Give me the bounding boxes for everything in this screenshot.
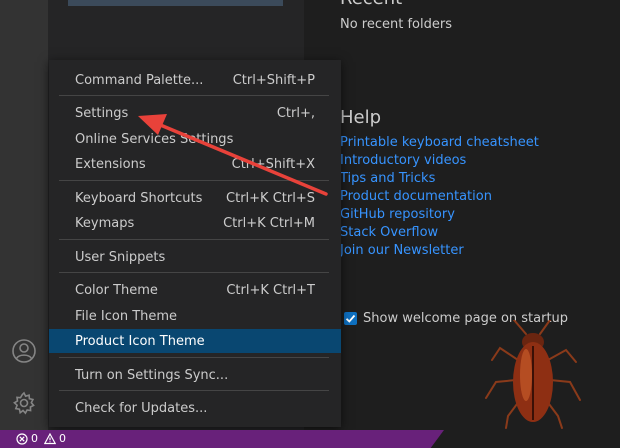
menu-separator <box>59 95 329 96</box>
help-link-github-repository[interactable]: GitHub repository <box>340 207 455 222</box>
menu-item-label: Keymaps <box>75 215 135 231</box>
error-count: 0 <box>31 432 38 445</box>
menu-separator <box>59 390 329 391</box>
menu-item-label: Keyboard Shortcuts <box>75 190 203 206</box>
account-icon[interactable] <box>8 335 40 367</box>
menu-item-label: Online Services Settings <box>75 131 234 147</box>
menu-item-shortcut: Ctrl+Shift+X <box>231 156 315 172</box>
menu-item-label: Extensions <box>75 156 146 172</box>
menu-item-shortcut: Ctrl+Shift+P <box>232 72 315 88</box>
menu-item-settings-sync[interactable]: Turn on Settings Sync... <box>49 363 341 387</box>
menu-item-label: Color Theme <box>75 282 158 298</box>
error-icon <box>16 433 28 445</box>
help-link-stack-overflow[interactable]: Stack Overflow <box>340 225 438 240</box>
menu-item-label: File Icon Theme <box>75 308 178 324</box>
sidebar-selected-item[interactable] <box>68 0 283 6</box>
menu-item-shortcut: Ctrl+K Ctrl+M <box>223 215 315 231</box>
startup-checkbox[interactable] <box>344 312 357 325</box>
menu-item-keymaps[interactable]: Keymaps Ctrl+K Ctrl+M <box>49 211 341 235</box>
menu-item-label: Product Icon Theme <box>75 333 205 349</box>
help-link-product-documentation[interactable]: Product documentation <box>340 189 492 204</box>
menu-item-label: Command Palette... <box>75 72 204 88</box>
menu-item-label: User Snippets <box>75 249 166 265</box>
recent-empty-text: No recent folders <box>340 17 452 32</box>
menu-item-label: Check for Updates... <box>75 400 208 416</box>
menu-item-extensions[interactable]: Extensions Ctrl+Shift+X <box>49 152 341 176</box>
help-link-keyboard-cheatsheet[interactable]: Printable keyboard cheatsheet <box>340 135 539 150</box>
menu-item-shortcut: Ctrl+K Ctrl+T <box>226 282 315 298</box>
gear-icon[interactable] <box>8 387 40 419</box>
menu-item-shortcut: Ctrl+, <box>276 105 315 121</box>
menu-item-settings[interactable]: Settings Ctrl+, <box>49 101 341 125</box>
checkmark-icon <box>345 314 356 323</box>
status-bar: 0 0 <box>0 430 620 448</box>
help-links-list: Printable keyboard cheatsheet Introducto… <box>340 134 539 260</box>
menu-item-product-icon-theme[interactable]: Product Icon Theme <box>49 329 341 353</box>
menu-item-online-services-settings[interactable]: Online Services Settings <box>49 127 341 151</box>
menu-item-label: Turn on Settings Sync... <box>75 367 229 383</box>
menu-separator <box>59 357 329 358</box>
cockroach-mascot-image <box>485 320 581 429</box>
menu-item-command-palette[interactable]: Command Palette... Ctrl+Shift+P <box>49 68 341 92</box>
status-problems[interactable]: 0 0 <box>16 432 66 446</box>
menu-separator <box>59 180 329 181</box>
warning-count: 0 <box>59 432 66 445</box>
menu-item-keyboard-shortcuts[interactable]: Keyboard Shortcuts Ctrl+K Ctrl+S <box>49 186 341 210</box>
help-link-introductory-videos[interactable]: Introductory videos <box>340 153 466 168</box>
status-bar-background <box>0 430 444 448</box>
menu-item-file-icon-theme[interactable]: File Icon Theme <box>49 304 341 328</box>
recent-heading: Recent <box>340 0 402 9</box>
help-link-newsletter[interactable]: Join our Newsletter <box>340 243 464 258</box>
help-link-tips-and-tricks[interactable]: Tips and Tricks <box>340 171 435 186</box>
menu-separator <box>59 239 329 240</box>
menu-item-color-theme[interactable]: Color Theme Ctrl+K Ctrl+T <box>49 278 341 302</box>
help-heading: Help <box>340 107 382 128</box>
menu-separator <box>59 272 329 273</box>
menu-item-check-for-updates[interactable]: Check for Updates... <box>49 396 341 420</box>
manage-context-menu: Command Palette... Ctrl+Shift+P Settings… <box>49 60 341 427</box>
menu-item-label: Settings <box>75 105 129 121</box>
activity-bar <box>0 0 48 430</box>
warning-icon <box>44 433 56 445</box>
menu-item-user-snippets[interactable]: User Snippets <box>49 245 341 269</box>
menu-item-shortcut: Ctrl+K Ctrl+S <box>226 190 315 206</box>
